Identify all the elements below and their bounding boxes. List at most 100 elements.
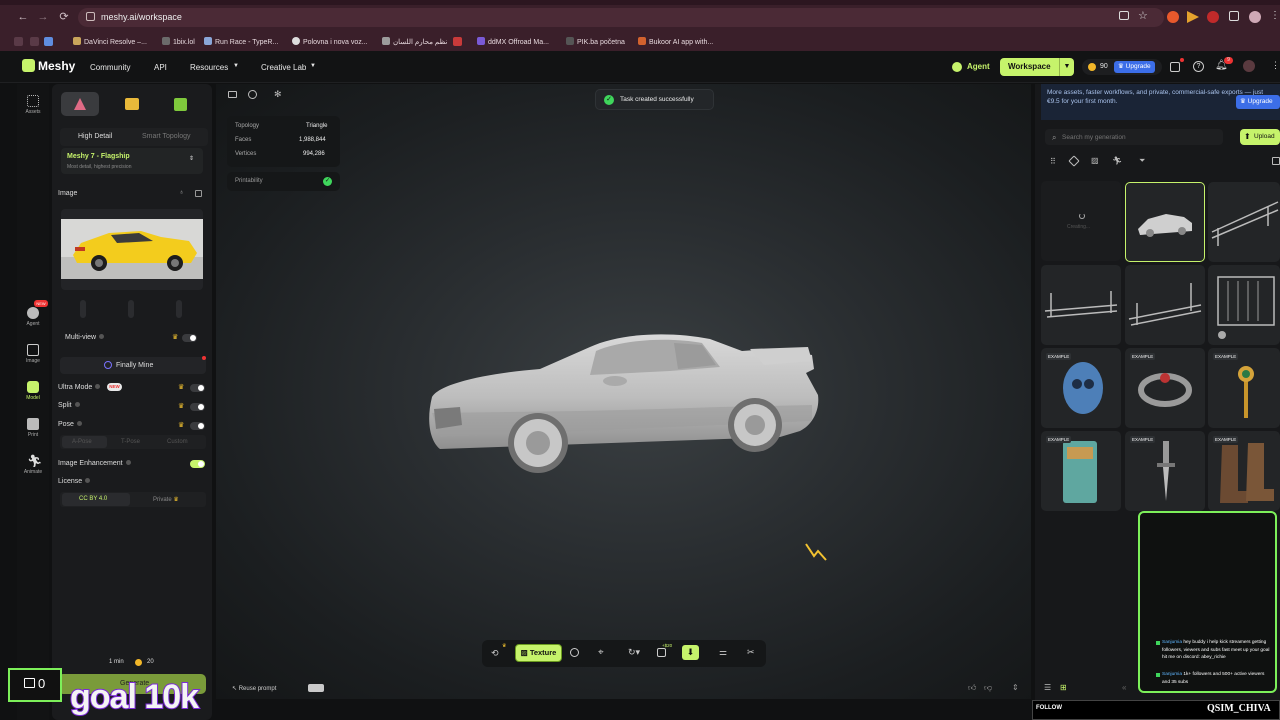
agent-button[interactable]: Agent [967,62,990,71]
collapse-panel-icon[interactable]: « [1122,683,1126,692]
bookmark-folder-icon[interactable] [44,37,53,46]
asset-tile-example-boots[interactable] [1208,431,1280,511]
tab-smart-topology[interactable]: Smart Topology [142,133,191,140]
workspace-dropdown-icon[interactable]: ▼ [1059,58,1074,76]
bookmark-6-favicon[interactable] [453,37,462,46]
asset-tile-selected[interactable] [1125,182,1205,262]
help-icon[interactable]: ? [1193,61,1204,72]
nav-resources[interactable]: Resources [190,63,228,72]
view-slot-front[interactable] [80,300,86,318]
material-icon[interactable] [570,648,579,657]
multiview-toggle[interactable] [182,334,197,342]
tools-icon[interactable]: ✂ [747,647,755,658]
grid-view-icon[interactable]: ⊞ [1060,683,1067,692]
asset-tile-rack-3[interactable] [1125,265,1205,345]
license-private[interactable]: Private ♛ [153,496,179,503]
bookmark-4[interactable]: Polovna i nova voz... [292,37,368,46]
extension-icon-1[interactable] [1167,11,1179,23]
thumbs-up-icon[interactable]: 👍︎ [968,683,976,693]
list-view-icon[interactable]: ☰ [1044,683,1051,692]
upgrade-button[interactable]: ♛ Upgrade [1114,61,1155,73]
car-3d-model[interactable] [420,325,830,475]
asset-tile-example-fridge[interactable] [1041,431,1121,511]
bookmark-star-icon[interactable]: ☆ [1138,9,1148,22]
bulb-icon[interactable]: ♁ [179,189,184,196]
thumbs-down-icon[interactable]: 👎︎ [984,683,992,693]
profile-avatar[interactable] [1249,11,1261,23]
asset-tile-rack[interactable] [1208,182,1280,262]
nav-creative-lab[interactable]: Creative Lab [261,63,306,72]
apps-icon[interactable] [14,37,23,46]
prompt-thumbnail[interactable] [308,684,324,692]
bookmark-1[interactable]: DaVinci Resolve –... [73,37,147,46]
pose-option-a[interactable]: A-Pose [72,439,92,445]
bookmark-8[interactable]: PIK.ba početna [566,37,625,46]
asset-tile-example-dagger[interactable] [1125,431,1205,511]
gift-icon[interactable] [1170,62,1180,72]
pose-toggle[interactable] [190,422,205,430]
view-slot-back[interactable] [176,300,182,318]
image-enhancement-toggle[interactable] [190,460,205,468]
rig-icon[interactable]: ⌖ [598,647,604,658]
filter-animation-icon[interactable]: 🏃︎ [1112,156,1122,165]
mode-tab-model[interactable] [161,92,199,116]
gallery-icon[interactable] [195,190,202,197]
extensions-icon[interactable] [1229,11,1239,21]
nav-community[interactable]: Community [90,63,130,72]
rail-agent[interactable]: Agent [17,307,49,327]
collapse-icon[interactable]: ⇕ [1012,683,1019,692]
bookmark-3[interactable]: Run Race - TypeR... [204,37,278,46]
rail-assets[interactable]: Assets [17,95,49,115]
cast-icon[interactable] [1119,11,1129,20]
asset-tile-rack-2[interactable] [1041,265,1121,345]
mode-tab-text-to-3d[interactable] [61,92,99,116]
ultra-mode-toggle[interactable] [190,384,205,392]
animate-icon[interactable]: ↻▾ [628,647,640,658]
lighting-icon[interactable]: ✻ [274,89,282,100]
rail-print[interactable]: Print [17,418,49,438]
view-toggle-icon[interactable] [1272,157,1280,165]
adjust-icon[interactable]: ⚌ [719,647,727,658]
monitor-icon[interactable] [228,91,237,98]
filter-all-icon[interactable]: ⠿ [1050,157,1056,166]
rail-animate[interactable]: 🏃︎ Animate [17,455,49,475]
more-menu-icon[interactable]: ⋮ [1271,60,1280,71]
asset-tile-example-scepter[interactable] [1208,348,1280,428]
license-cc[interactable]: CC BY 4.0 [79,496,107,502]
asset-tile-machine[interactable] [1208,265,1280,345]
user-avatar[interactable] [1243,60,1255,72]
view-slot-side[interactable] [128,300,134,318]
asset-tile-creating[interactable] [1041,181,1121,261]
reuse-prompt[interactable]: ↖ Reuse prompt [232,685,276,692]
bookmark-7[interactable]: ddMX Offroad Ma... [477,37,549,46]
split-toggle[interactable] [190,403,205,411]
print-icon[interactable] [657,648,666,657]
tab-high-detail[interactable]: High Detail [78,133,112,140]
back-icon[interactable]: ← [16,10,30,24]
mode-tab-multi[interactable] [113,92,151,116]
search-input[interactable] [1062,131,1212,143]
download-button[interactable]: ⬇ [682,645,699,660]
reload-icon[interactable]: ⟳ [57,10,71,24]
rail-model[interactable]: Model [17,381,49,401]
site-info-icon[interactable] [86,12,95,21]
texture-button[interactable]: ▨ Texture [515,644,562,662]
remesh-icon[interactable]: ⟲ [491,648,499,659]
asset-tile-example-ring[interactable] [1125,348,1205,428]
forward-icon[interactable]: → [36,10,50,24]
extension-icon-3[interactable] [1207,11,1219,23]
pose-option-custom[interactable]: Custom [167,439,188,445]
rail-image[interactable]: Image [17,344,49,364]
bookmark-9[interactable]: Bukoor AI app with... [638,37,713,46]
tab-group-icon[interactable] [30,37,39,46]
bookmark-5[interactable]: نظم محارم اللسان [382,37,447,46]
address-bar[interactable] [78,8,1164,27]
nav-api[interactable]: API [154,63,167,72]
bookmark-2[interactable]: 1bix.lol [162,37,195,46]
promo-upgrade-button[interactable]: ♛ Upgrade [1236,95,1280,109]
asset-tile-example-skull[interactable] [1041,348,1121,428]
globe-icon[interactable] [248,90,257,99]
model-select[interactable] [61,148,203,174]
browser-menu-icon[interactable]: ⋮ [1270,10,1280,21]
filter-texture-icon[interactable]: ▨ [1091,156,1099,165]
